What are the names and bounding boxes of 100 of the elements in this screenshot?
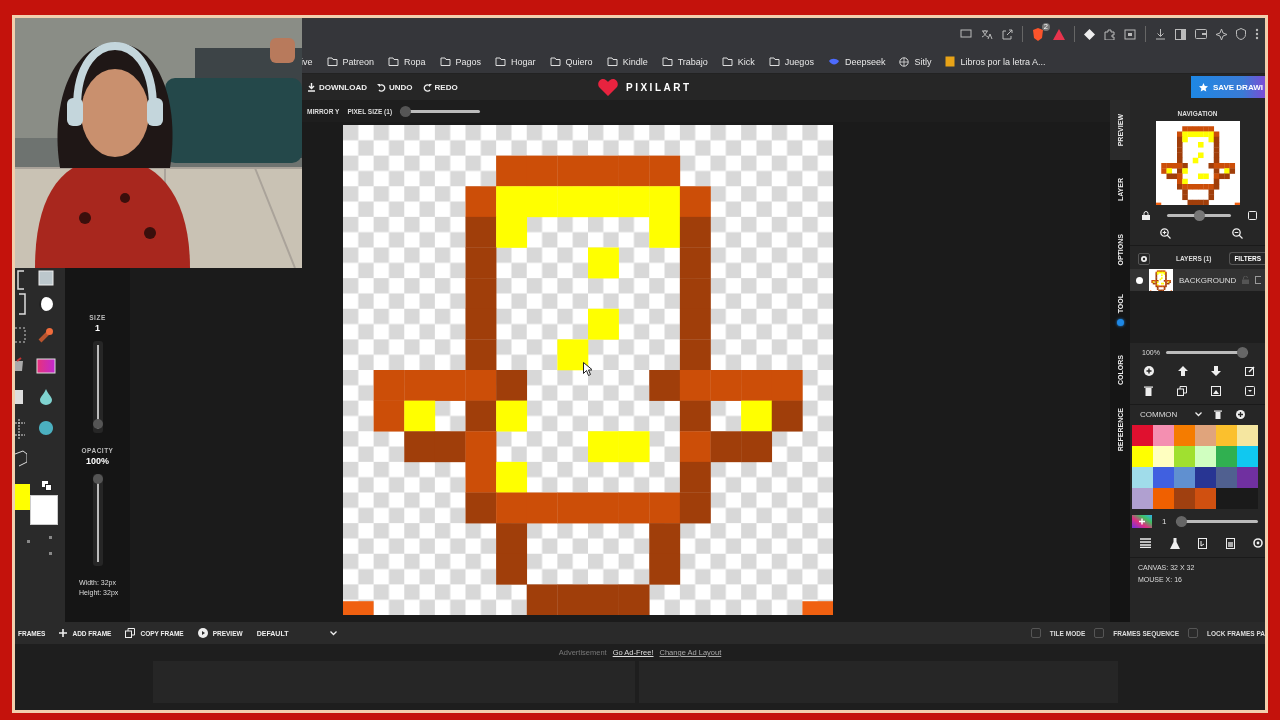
bookmark[interactable]: Libros por la letra A... [945, 56, 1046, 67]
color-swatch[interactable] [1237, 446, 1258, 467]
lock-icon[interactable] [1142, 211, 1150, 220]
blob-icon[interactable] [38, 419, 54, 436]
bookmark[interactable]: Sitly [899, 56, 932, 67]
wallet-icon[interactable] [1195, 29, 1207, 39]
color-swatch[interactable] [1153, 467, 1174, 488]
toolbar-button[interactable]: UNDO [377, 82, 413, 92]
droplet-icon[interactable] [40, 388, 52, 405]
checkbox[interactable] [1094, 628, 1105, 638]
flask-icon[interactable] [1169, 538, 1180, 549]
shade-circle-icon[interactable] [38, 295, 54, 312]
bookmark[interactable]: Quiero [549, 56, 593, 67]
bookmark[interactable]: ive [301, 56, 313, 67]
color-swatch[interactable] [1132, 467, 1153, 488]
slider-thumb[interactable] [1236, 347, 1248, 358]
slider-thumb[interactable] [1176, 516, 1188, 527]
shield-icon[interactable] [1236, 28, 1246, 40]
archive-icon[interactable] [1245, 386, 1255, 396]
add-icon[interactable] [1144, 366, 1154, 376]
file-grid-icon[interactable] [1225, 538, 1235, 549]
color-swatch[interactable] [1237, 467, 1258, 488]
color-swatch[interactable] [1216, 488, 1237, 509]
color-swatch[interactable] [1174, 488, 1195, 509]
image-icon[interactable] [1211, 386, 1221, 396]
list-icon[interactable] [1140, 538, 1151, 548]
folder-icon [606, 57, 618, 66]
download-icon[interactable] [1155, 28, 1166, 40]
swap-colors-icon[interactable] [42, 481, 52, 491]
screenshot-icon[interactable] [1124, 28, 1136, 40]
trash-icon[interactable] [1214, 410, 1223, 419]
arrow-down-icon[interactable] [1211, 366, 1222, 376]
primary-color-swatch[interactable] [15, 484, 30, 510]
rainbow-add-icon[interactable] [1132, 515, 1152, 528]
color-swatch[interactable] [1237, 488, 1258, 509]
layer-row[interactable]: BACKGROUND [1130, 269, 1265, 291]
sidebar-icon[interactable] [1175, 28, 1186, 40]
brush-value: 1 [1162, 517, 1167, 526]
menu-icon[interactable] [1255, 28, 1259, 40]
bookmark[interactable]: Trabajo [661, 56, 708, 67]
color-swatch[interactable] [1237, 425, 1258, 446]
checkbox[interactable] [1030, 628, 1041, 638]
toolbar-button[interactable]: DOWNLOAD [307, 82, 367, 92]
chevron-down-icon [330, 630, 338, 636]
settings-icon[interactable] [1140, 254, 1148, 263]
color-swatch[interactable] [1174, 446, 1195, 467]
bookmark[interactable]: Hogar [495, 56, 536, 67]
puzzle-icon[interactable] [1104, 28, 1115, 40]
checkbox[interactable] [1187, 628, 1198, 638]
bookmark[interactable]: Pagos [439, 56, 482, 67]
diamond-icon[interactable] [1084, 28, 1095, 40]
zoom-in-icon[interactable] [1160, 228, 1171, 239]
color-swatch[interactable] [1195, 467, 1216, 488]
target-icon[interactable] [1253, 538, 1263, 548]
edit-icon[interactable] [1244, 366, 1255, 376]
cast-icon[interactable] [960, 29, 972, 39]
bookmark[interactable]: Patreon [326, 56, 375, 67]
add-icon[interactable] [1236, 410, 1246, 419]
save-button[interactable]: SAVE DRAWI [1190, 76, 1265, 98]
arrow-up-icon[interactable] [1177, 366, 1188, 376]
color-swatch[interactable] [1174, 425, 1195, 446]
zoom-out-icon[interactable] [1232, 228, 1243, 239]
trash-icon[interactable] [1144, 386, 1153, 396]
folder-icon [388, 57, 400, 66]
color-swatch[interactable] [1153, 488, 1174, 509]
gradient-square-icon[interactable] [36, 357, 56, 374]
color-swatch[interactable] [1216, 446, 1237, 467]
share-icon[interactable] [1002, 28, 1013, 40]
color-swatch[interactable] [1195, 425, 1216, 446]
sparkle-icon[interactable] [1216, 28, 1227, 40]
duplicate-icon[interactable] [1177, 386, 1187, 396]
toolbar-button[interactable]: REDO [422, 82, 458, 92]
bookmark[interactable]: Juegos [768, 56, 814, 67]
translate-icon[interactable] [981, 28, 993, 40]
bookmark[interactable]: Kindle [606, 56, 648, 67]
slider-thumb[interactable] [1193, 210, 1205, 221]
secondary-color-swatch[interactable] [30, 495, 58, 525]
color-swatch[interactable] [1195, 446, 1216, 467]
slider-thumb[interactable] [92, 474, 103, 484]
color-swatch[interactable] [1153, 425, 1174, 446]
color-swatch[interactable] [1153, 446, 1174, 467]
palette-dropdown[interactable]: COMMON [1140, 410, 1203, 419]
bookmark[interactable]: Kick [721, 56, 755, 67]
color-swatch[interactable] [1132, 446, 1153, 467]
folder-icon [495, 57, 507, 66]
stamp-icon[interactable] [38, 326, 54, 343]
visibility-toggle[interactable] [1136, 276, 1143, 284]
bookmark[interactable]: Deepseek [827, 56, 886, 67]
bookmark[interactable]: Ropa [388, 56, 426, 67]
color-swatch[interactable] [1216, 467, 1237, 488]
color-swatch[interactable] [1132, 425, 1153, 446]
slider-thumb[interactable] [92, 418, 103, 429]
triangle-icon[interactable] [1053, 28, 1065, 40]
slider-thumb[interactable] [400, 105, 412, 117]
color-swatch[interactable] [1195, 488, 1216, 509]
color-swatch[interactable] [1132, 488, 1153, 509]
color-swatch[interactable] [1216, 425, 1237, 446]
drawing-canvas[interactable] [343, 125, 833, 615]
color-swatch[interactable] [1174, 467, 1195, 488]
document-icon[interactable] [1198, 538, 1207, 549]
